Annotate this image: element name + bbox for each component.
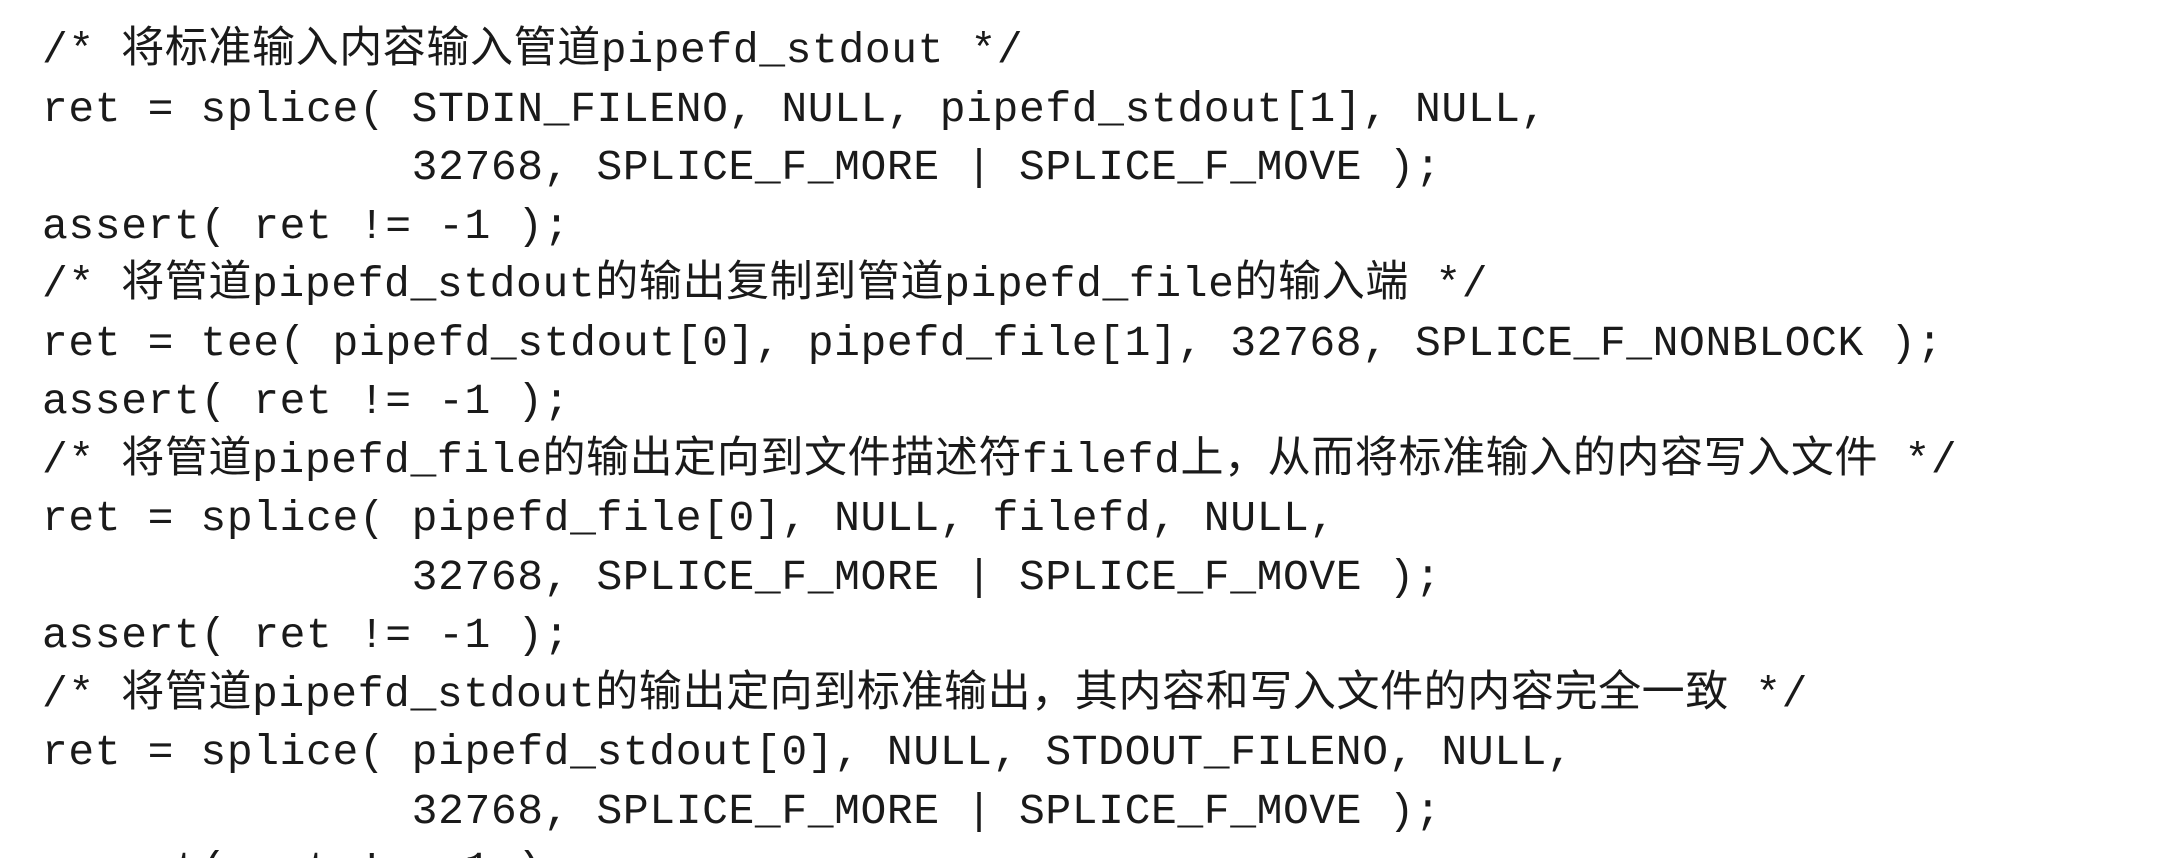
code-comment-line: /* 将管道pipefd_stdout的输出复制到管道pipefd_file的输… (42, 260, 1489, 309)
code-line: assert( ret != -1 ); (42, 201, 571, 251)
code-line: ret = tee( pipefd_stdout[0], pipefd_file… (42, 318, 1944, 368)
code-line: ret = splice( pipefd_stdout[0], NULL, ST… (42, 728, 1574, 777)
code-line: assert( ret != -1 ); (42, 611, 571, 660)
code-comment-line: /* 将管道pipefd_file的输出定向到文件描述符filefd上，从而将标… (42, 435, 1958, 485)
code-line: assert( ret != -1 ); (42, 377, 571, 426)
code-line: 32768, SPLICE_F_MORE | SPLICE_F_MOVE ); (42, 552, 1442, 602)
code-comment-line: /* 将管道pipefd_stdout的输出定向到标准输出，其内容和写入文件的内… (42, 669, 1809, 719)
code-line: ret = splice( STDIN_FILENO, NULL, pipefd… (42, 84, 1548, 134)
code-line-partially-visible: assert( ret != -1 ); (42, 841, 1957, 858)
code-line: 32768, SPLICE_F_MORE | SPLICE_F_MOVE ); (42, 143, 1442, 192)
code-block: /* 将标准输入内容输入管道pipefd_stdout */ ret = spli… (42, 22, 1957, 858)
code-line: 32768, SPLICE_F_MORE | SPLICE_F_MOVE ); (42, 786, 1442, 836)
code-comment-line: /* 将标准输入内容输入管道pipefd_stdout */ (42, 26, 1024, 75)
code-page: /* 将标准输入内容输入管道pipefd_stdout */ ret = spli… (0, 0, 2172, 858)
code-line: ret = splice( pipefd_file[0], NULL, file… (42, 494, 1336, 543)
